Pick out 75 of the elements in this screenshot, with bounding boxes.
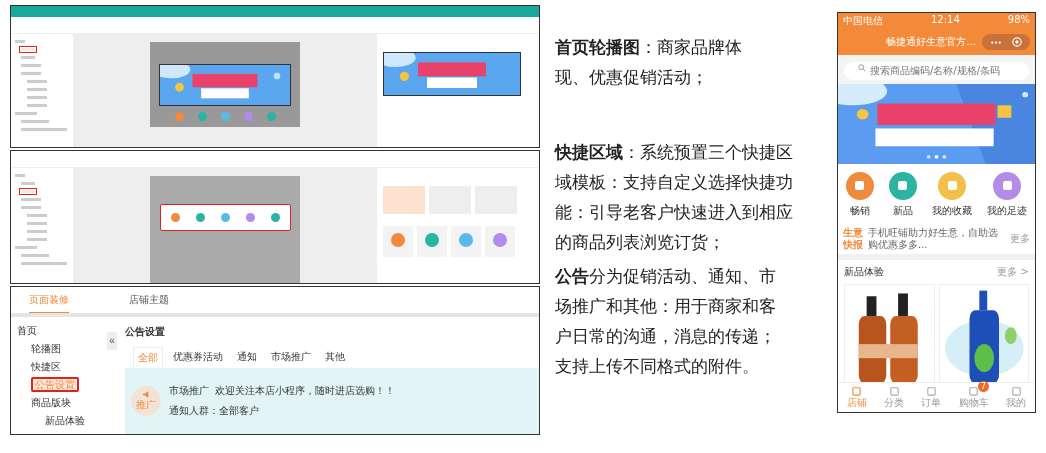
tab-icon [888, 385, 900, 396]
search-field[interactable]: 搜索商品编码/名称/规格/条码 [844, 61, 1029, 80]
sidebar-item[interactable] [21, 254, 49, 257]
sidebar-item[interactable]: 轮播图 [31, 343, 61, 354]
news-heading: 生意 [843, 226, 863, 239]
sidebar-item[interactable] [21, 206, 41, 209]
sub-tab[interactable]: 店铺主题 [129, 293, 169, 313]
notice-audience: 通知人群：全部客户 [169, 404, 260, 418]
sidebar-item[interactable] [27, 80, 47, 83]
sidebar-item[interactable] [27, 222, 47, 225]
shortcut-icon[interactable] [938, 171, 967, 200]
shortcut-icon[interactable] [845, 171, 874, 200]
sidebar-item[interactable]: 首页 [17, 325, 37, 336]
notice-message: 市场推广 欢迎关注本店小程序，随时进店选购！！ [169, 384, 396, 398]
sidebar-item[interactable] [21, 190, 35, 193]
shortcut-label[interactable]: 我的足迹 [987, 203, 1028, 218]
sidebar-item[interactable]: 商品版块 [31, 397, 71, 408]
tab-icon [1010, 385, 1022, 396]
search-icon [858, 64, 866, 72]
shortcut-label[interactable]: 畅销 [849, 203, 870, 218]
close-icon[interactable] [1012, 37, 1022, 47]
sidebar-item[interactable]: 快捷区 [31, 361, 61, 372]
sidebar-item[interactable] [15, 112, 37, 115]
sidebar-item[interactable] [27, 230, 47, 233]
more-icon[interactable] [990, 39, 1002, 45]
news-heading: 快报 [843, 238, 863, 251]
badge-label: 推广 [136, 397, 156, 412]
sidebar-item[interactable] [21, 182, 35, 185]
description-text: 快捷区域：系统预置三个快捷区域模板：支持自定义选择快捷功能：引导老客户快速进入到相应的商品列表浏览订货； [555, 142, 794, 254]
capsule-menu[interactable] [982, 34, 1030, 50]
section-title: 新品体验 [844, 264, 884, 279]
section-title: 公告设置 [125, 325, 166, 339]
shortcut-card[interactable] [417, 226, 447, 257]
sidebar-item[interactable] [27, 96, 47, 99]
sidebar-item[interactable] [21, 48, 35, 51]
megaphone-icon [142, 390, 150, 398]
sidebar-item[interactable] [21, 128, 67, 131]
clock-text: 12:14 [930, 14, 960, 27]
shortcut-icon[interactable] [993, 171, 1022, 200]
sidebar-item[interactable] [27, 104, 47, 107]
tab-icon [968, 385, 980, 396]
sidebar-item[interactable] [21, 64, 41, 67]
filter-tab[interactable]: 优惠券活动 [169, 347, 227, 368]
sidebar-item[interactable] [21, 72, 41, 75]
tab-icon [851, 385, 863, 396]
tab-icon [925, 385, 937, 396]
sidebar-item[interactable] [21, 120, 49, 123]
shortcut-label[interactable]: 新品 [892, 203, 913, 218]
filter-tab[interactable]: 通知 [233, 347, 261, 368]
shortcut-card[interactable] [485, 226, 515, 257]
sidebar-item[interactable] [27, 238, 47, 241]
sidebar-item[interactable] [15, 174, 25, 177]
sidebar-item[interactable] [21, 198, 41, 201]
sidebar-item[interactable] [27, 214, 47, 217]
filter-tab[interactable]: 其他 [321, 347, 349, 368]
sidebar-item[interactable] [15, 40, 25, 43]
filter-tab[interactable]: 市场推广 [267, 347, 315, 368]
shortcut-card[interactable] [383, 226, 413, 257]
template-option[interactable] [383, 186, 425, 214]
sidebar-item[interactable] [27, 88, 47, 91]
sidebar-item[interactable] [21, 262, 67, 265]
description-text: 公告分为促销活动、通知、市场推广和其他：用于商家和客户日常的沟通，消息的传递；支持上传不同格式的附件。 [555, 266, 777, 378]
shortcut-label[interactable]: 我的收藏 [932, 203, 973, 218]
carrier-text: 中国电信 [843, 14, 883, 28]
sidebar-item[interactable]: 新品体验 [45, 415, 85, 426]
count-badge: 7 [977, 381, 989, 392]
battery-text: 98% [1007, 14, 1030, 27]
description-text: 首页轮播图：商家品牌体现、优惠促销活动； [555, 37, 743, 89]
app-title: 畅捷通好生意官方... [885, 35, 976, 49]
shortcut-card[interactable] [451, 226, 481, 257]
sidebar-item[interactable] [15, 246, 37, 249]
collapse-button[interactable]: « [107, 331, 117, 350]
shortcut-icon[interactable] [888, 171, 917, 200]
news-text: 手机旺铺助力好生意，自助选购优惠多多... [868, 226, 999, 251]
sidebar-item[interactable] [21, 56, 35, 59]
